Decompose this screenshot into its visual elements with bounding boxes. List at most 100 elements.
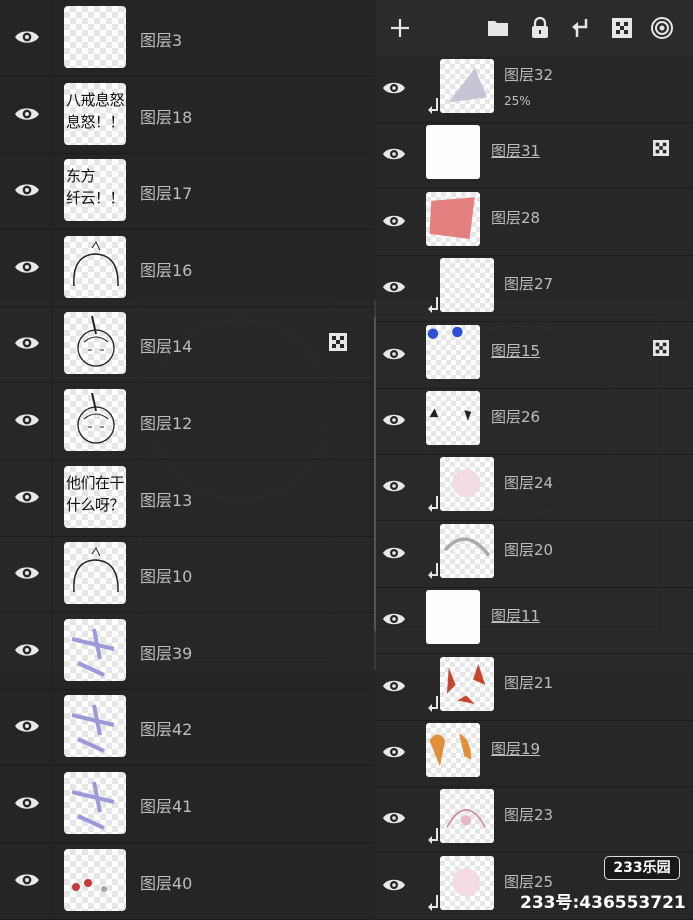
layer-name: 图层42 <box>140 720 193 740</box>
eye-icon[interactable] <box>382 144 406 164</box>
eye-icon[interactable] <box>382 742 406 762</box>
eye-icon[interactable] <box>14 409 40 431</box>
mask-icon[interactable] <box>653 339 669 356</box>
layer-name: 图层40 <box>140 873 193 893</box>
row-divider <box>52 0 53 76</box>
layer-thumbnail[interactable] <box>440 789 494 844</box>
eye-icon[interactable] <box>14 639 40 661</box>
layer-thumbnail[interactable] <box>64 772 126 834</box>
eye-icon[interactable] <box>14 869 40 891</box>
eye-icon[interactable] <box>14 792 40 814</box>
layer-thumbnail[interactable] <box>440 258 494 313</box>
layer-thumbnail[interactable] <box>64 6 126 68</box>
eye-icon[interactable] <box>14 103 40 125</box>
layer-row[interactable]: 东方 纤云！！ 图层17 <box>0 153 374 231</box>
eye-icon[interactable] <box>14 562 40 584</box>
layer-name: 图层21 <box>504 673 554 692</box>
layer-row[interactable]: 图层28 <box>376 189 693 256</box>
layer-thumbnail[interactable]: 他们在干 什么呀？ <box>64 465 126 528</box>
mask-icon[interactable] <box>610 16 634 40</box>
layer-target-icon[interactable] <box>650 16 674 40</box>
right-layers-panel: 图层32 25% 图层31 图层28 图层27 图层15 图层26 图层24 图层20 图层11 图… <box>376 0 693 920</box>
layer-thumbnail[interactable] <box>440 59 494 113</box>
layer-thumbnail[interactable] <box>64 312 126 375</box>
folder-icon[interactable] <box>486 16 510 40</box>
layer-row[interactable]: 图层32 25% <box>376 56 693 123</box>
layer-thumbnail[interactable]: 八戒息怒 息怒！！ <box>64 82 126 145</box>
layer-thumbnail[interactable] <box>426 324 480 379</box>
eye-icon[interactable] <box>382 344 406 364</box>
clipping-arrow-icon <box>428 695 438 712</box>
eye-icon[interactable] <box>382 543 406 563</box>
layer-row[interactable]: 图层31 <box>376 122 693 190</box>
add-icon[interactable] <box>388 16 412 40</box>
layer-thumbnail[interactable]: 东方 纤云！！ <box>64 159 126 222</box>
layer-row[interactable]: 图层26 <box>376 388 693 455</box>
layer-thumbnail[interactable] <box>64 389 126 451</box>
layer-thumbnail[interactable] <box>426 125 480 180</box>
thumbnail-art <box>429 408 472 421</box>
row-divider <box>52 766 53 842</box>
layer-row[interactable]: 图层14 <box>0 306 374 384</box>
layer-row[interactable]: 图层39 <box>0 612 374 690</box>
eye-icon[interactable] <box>382 609 406 629</box>
layer-thumbnail[interactable] <box>426 391 480 445</box>
eye-icon[interactable] <box>14 256 40 278</box>
lock-icon[interactable] <box>528 16 552 40</box>
layer-thumbnail[interactable] <box>64 695 126 758</box>
mask-icon[interactable] <box>329 333 347 352</box>
layer-row[interactable]: 图层3 <box>0 0 374 77</box>
eye-icon[interactable] <box>382 808 406 828</box>
layer-row[interactable]: 图层15 <box>376 322 693 389</box>
layer-row[interactable]: 图层42 <box>0 689 374 767</box>
layer-thumbnail[interactable] <box>440 656 494 711</box>
layer-name: 图层14 <box>140 337 193 357</box>
layer-row[interactable]: 他们在干 什么呀？ 图层13 <box>0 459 374 537</box>
layer-name: 图层20 <box>504 540 554 559</box>
layer-row[interactable]: 图层10 <box>0 536 374 614</box>
layer-thumbnail[interactable] <box>64 235 126 298</box>
merge-down-icon[interactable] <box>569 16 593 40</box>
eye-icon[interactable] <box>382 410 406 430</box>
eye-icon[interactable] <box>382 676 406 696</box>
layer-row[interactable]: 图层16 <box>0 229 374 307</box>
eye-icon[interactable] <box>14 486 40 508</box>
layer-row[interactable]: 八戒息怒 息怒！！ 图层18 <box>0 76 374 154</box>
layer-row[interactable]: 图层19 <box>376 720 693 787</box>
layer-thumbnail[interactable] <box>64 618 126 681</box>
eye-icon[interactable] <box>14 715 40 737</box>
eye-icon[interactable] <box>382 875 406 895</box>
layer-thumbnail[interactable] <box>64 542 126 605</box>
layer-thumbnail[interactable] <box>440 855 494 910</box>
layer-row[interactable]: 图层24 <box>376 454 693 522</box>
thumbnail-text: 他们在干 什么呀？ <box>66 473 125 514</box>
eye-icon[interactable] <box>14 332 40 354</box>
left-layers-panel: 图层3 八戒息怒 息怒！！ 图层18 东方 纤云！！ 图层17 图层16 图层14 图层12 他… <box>0 0 374 920</box>
layer-thumbnail[interactable] <box>426 723 480 777</box>
layer-row[interactable]: 图层27 <box>376 255 693 323</box>
layer-row[interactable]: 图层23 <box>376 786 693 854</box>
layer-row[interactable]: 图层41 <box>0 766 374 843</box>
thumbnail-art <box>446 663 486 704</box>
clipping-arrow-icon <box>428 894 438 911</box>
layer-thumbnail[interactable] <box>440 457 494 512</box>
eye-icon[interactable] <box>382 277 406 297</box>
layer-thumbnail[interactable] <box>64 848 126 911</box>
thumbnail-art <box>443 537 491 557</box>
eye-icon[interactable] <box>14 26 40 48</box>
layer-thumbnail[interactable] <box>440 523 494 578</box>
layer-row[interactable]: 图层12 <box>0 383 374 460</box>
eye-icon[interactable] <box>382 476 406 496</box>
layer-row[interactable]: 图层21 <box>376 654 693 721</box>
eye-icon[interactable] <box>382 211 406 231</box>
layer-thumbnail[interactable] <box>426 191 480 246</box>
eye-icon[interactable] <box>14 179 40 201</box>
layer-name: 图层11 <box>491 607 541 626</box>
layer-row[interactable]: 图层40 <box>0 842 374 920</box>
layer-thumbnail[interactable] <box>426 590 480 645</box>
mask-icon[interactable] <box>653 140 669 157</box>
eye-icon[interactable] <box>382 78 406 98</box>
clipping-arrow-icon <box>428 496 438 513</box>
layer-row[interactable]: 图层11 <box>376 587 693 655</box>
layer-row[interactable]: 图层20 <box>376 521 693 588</box>
